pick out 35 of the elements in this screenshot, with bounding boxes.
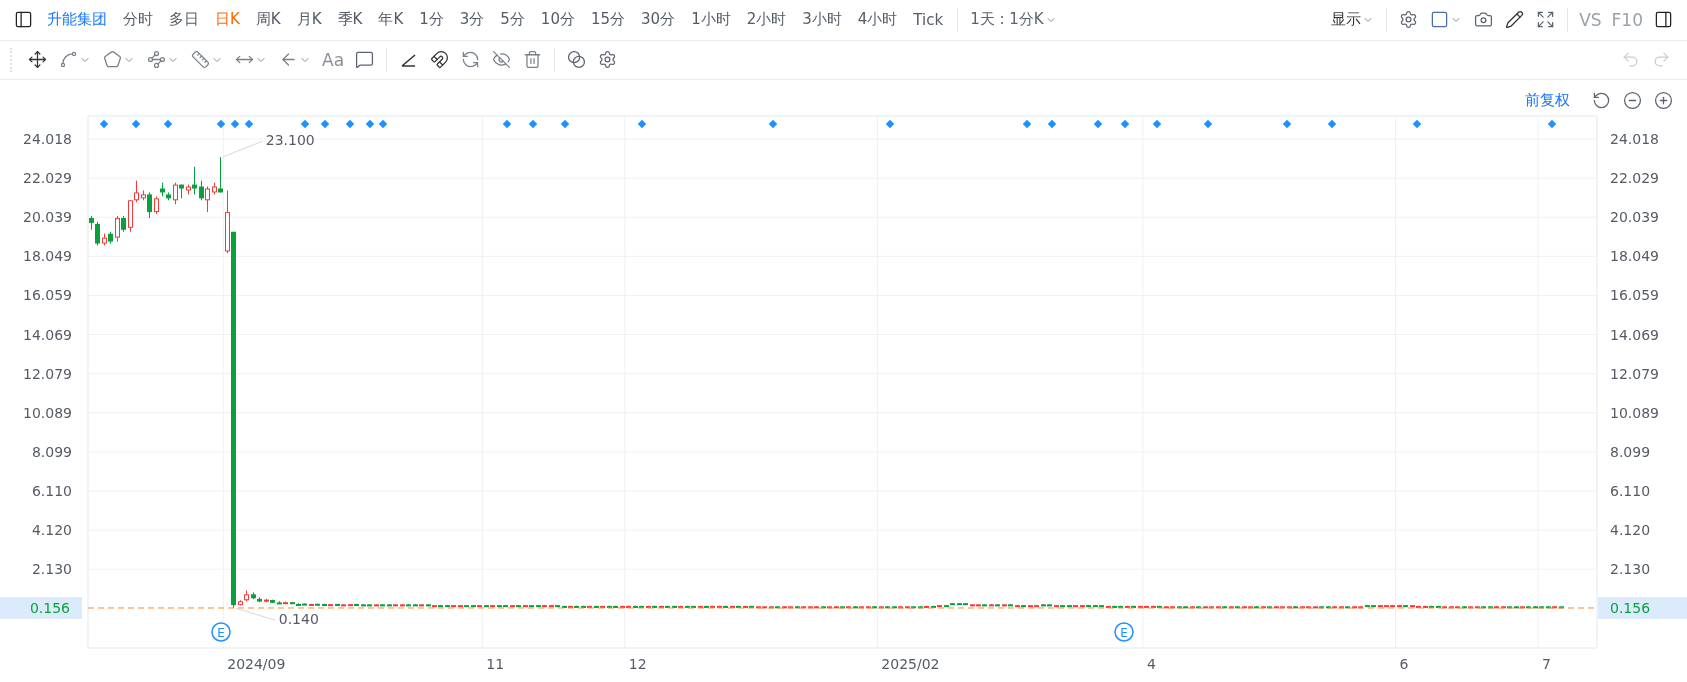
price-axis-label: 6.110: [1610, 482, 1651, 499]
price-axis-label: 18.049: [1610, 248, 1659, 265]
price-axis-label: 18.049: [23, 248, 72, 265]
price-axis-label: 8.099: [1610, 443, 1651, 460]
last-price-tag: 0.156: [1598, 597, 1687, 619]
price-axis-label: 10.089: [23, 404, 72, 421]
price-axis-label: 20.039: [1610, 209, 1659, 226]
price-axis-label: 16.059: [23, 287, 72, 304]
price-axis-label: 4.120: [1610, 522, 1651, 539]
price-axis-label: 8.099: [31, 443, 72, 460]
price-axis-label: 2.130: [31, 561, 72, 578]
price-axis-label: 10.089: [1610, 404, 1659, 421]
price-axis-label: 20.039: [23, 209, 72, 226]
date-axis-label: 7: [1541, 656, 1551, 672]
price-axis-label: 4.120: [31, 522, 72, 539]
price-axis-label: 24.018: [23, 131, 72, 148]
price-axis-label: 22.029: [23, 170, 72, 187]
price-axis-label: 6.110: [31, 482, 72, 499]
price-axis-label: 14.069: [1610, 326, 1659, 343]
date-axis-label: 12: [628, 656, 647, 672]
date-axis-label: 11: [486, 656, 505, 672]
date-axis-label: 2024/09: [227, 656, 286, 672]
low-price-label: 0.140: [278, 611, 319, 628]
date-axis-label: 4: [1146, 656, 1156, 672]
last-price-tag: 0.156: [0, 597, 82, 619]
price-axis-label: 12.079: [1610, 365, 1659, 382]
date-axis-label: 2025/02: [881, 656, 940, 672]
price-axis-label: 24.018: [1610, 131, 1659, 148]
high-price-label: 23.100: [265, 132, 315, 149]
date-axis-label: 6: [1399, 656, 1409, 672]
price-axis-label: 14.069: [23, 326, 72, 343]
price-axis-label: 22.029: [1610, 170, 1659, 187]
price-axis-label: 16.059: [1610, 287, 1659, 304]
price-axis-label: 2.130: [1610, 561, 1651, 578]
price-axis-label: 12.079: [23, 365, 72, 382]
